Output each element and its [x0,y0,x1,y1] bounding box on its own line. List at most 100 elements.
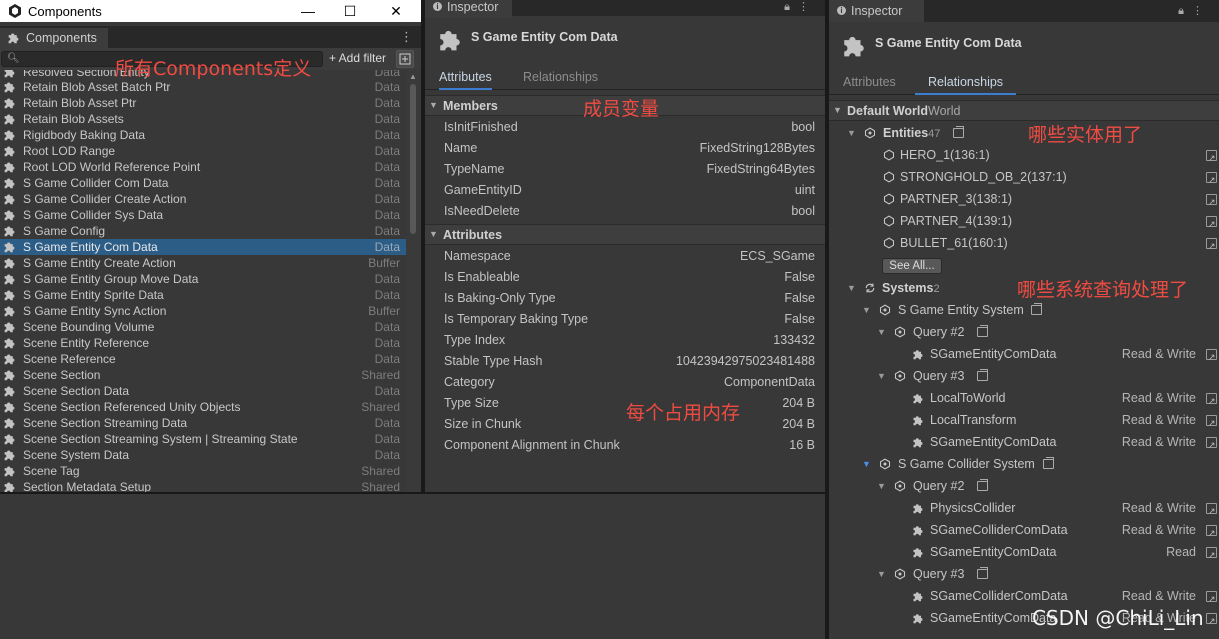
tab-attributes[interactable]: Attributes [843,71,896,95]
foldout-arrow-icon[interactable]: ▼ [429,100,438,110]
entity-item[interactable]: BULLET_61(160:1) [829,232,1219,257]
open-external-icon[interactable] [1206,500,1217,522]
world-section-header[interactable]: ▼ Default WorldWorld [829,100,1219,121]
list-item[interactable]: Scene Bounding Volume Data [0,319,406,335]
list-item-selected[interactable]: S Game Entity Com Data Data [0,239,406,255]
list-item[interactable]: S Game Entity Sprite Data Data [0,287,406,303]
list-item[interactable]: Retain Blob Assets Data [0,111,406,127]
query-component-row[interactable]: SGameColliderComData Read & Write [829,585,1219,610]
entity-item[interactable]: STRONGHOLD_OB_2(137:1) [829,166,1219,191]
open-external-icon[interactable] [1206,147,1217,169]
system-item[interactable]: ▼ S Game Collider System [829,453,1219,475]
open-window-icon[interactable] [953,126,964,138]
tab-relationships[interactable]: Relationships [523,66,598,90]
list-item[interactable]: Root LOD Range Data [0,143,406,159]
tab-attributes[interactable]: Attributes [439,66,492,90]
add-filter-button[interactable]: + Add filter [329,51,386,65]
open-window-icon[interactable] [977,369,988,381]
query-item[interactable]: ▼ Query #2 [829,321,1219,343]
list-item[interactable]: Rigidbody Baking Data Data [0,127,406,143]
foldout-arrow-icon[interactable]: ▼ [877,365,886,387]
query-component-row[interactable]: SGameColliderComData Read & Write [829,519,1219,544]
foldout-arrow-icon[interactable]: ▼ [862,299,871,321]
open-external-icon[interactable] [1206,346,1217,368]
foldout-arrow-icon[interactable]: ▼ [833,105,842,115]
foldout-arrow-icon[interactable]: ▼ [877,475,886,497]
list-item[interactable]: S Game Config Data [0,223,406,239]
open-external-icon[interactable] [1206,522,1217,544]
open-external-icon[interactable] [1206,235,1217,257]
list-item[interactable]: Scene Section Data Data [0,383,406,399]
open-window-icon[interactable] [977,567,988,579]
open-window-icon[interactable] [977,325,988,337]
foldout-arrow-icon[interactable]: ▼ [429,229,438,239]
more-options-icon[interactable]: ⋮ [400,29,413,45]
list-item[interactable]: Scene System Data Data [0,447,406,463]
tab-relationships[interactable]: Relationships [915,71,1017,95]
list-item[interactable]: Scene Section Referenced Unity Objects Sh… [0,399,406,415]
query-component-row[interactable]: SGameEntityComData Read & Write [829,431,1219,456]
close-button[interactable]: ✕ [373,0,419,22]
open-external-icon[interactable] [1206,390,1217,412]
query-component-row[interactable]: LocalTransform Read & Write [829,409,1219,434]
open-window-icon[interactable] [977,479,988,491]
open-window-icon[interactable] [1043,457,1054,469]
tab-inspector[interactable]: i Inspector [829,0,924,22]
query-component-row[interactable]: SGameEntityComData Read [829,541,1219,566]
tab-components[interactable]: Components [0,28,108,48]
open-window-icon[interactable] [1031,303,1042,315]
scroll-up-icon[interactable]: ▲ [409,72,417,81]
list-item[interactable]: Retain Blob Asset Ptr Data [0,95,406,111]
query-item[interactable]: ▼ Query #2 [829,475,1219,497]
entity-item[interactable]: PARTNER_3(138:1) [829,188,1219,213]
foldout-arrow-icon[interactable]: ▼ [877,563,886,585]
see-all-button[interactable]: See All... [882,258,942,274]
list-item[interactable]: Scene Section Streaming System | Streami… [0,431,406,447]
list-item[interactable]: Section Metadata Setup Shared [0,479,406,492]
query-item[interactable]: ▼ Query #3 [829,365,1219,387]
tab-inspector[interactable]: i Inspector [425,0,513,18]
entity-item[interactable]: HERO_1(136:1) [829,144,1219,169]
foldout-arrow-icon[interactable]: ▼ [847,122,856,144]
open-external-icon[interactable] [1206,213,1217,235]
list-item[interactable]: S Game Collider Sys Data Data [0,207,406,223]
list-item[interactable]: Scene Section Shared [0,367,406,383]
open-external-icon[interactable] [1206,434,1217,456]
list-item[interactable]: S Game Collider Com Data Data [0,175,406,191]
filter-options-icon[interactable] [396,50,414,68]
minimize-button[interactable]: — [285,0,331,22]
list-item[interactable]: Scene Entity Reference Data [0,335,406,351]
list-item[interactable]: S Game Entity Group Move Data Data [0,271,406,287]
list-item[interactable]: S Game Collider Create Action Data [0,191,406,207]
list-item[interactable]: Scene Reference Data [0,351,406,367]
open-external-icon[interactable] [1206,588,1217,610]
lock-icon[interactable]: 🔒︎⋮ [784,0,817,14]
list-item[interactable]: Retain Blob Asset Batch Ptr Data [0,79,406,95]
open-external-icon[interactable] [1206,610,1217,632]
open-external-icon[interactable] [1206,191,1217,213]
maximize-button[interactable]: ☐ [327,0,373,22]
query-component-row[interactable]: SGameEntityComData Read & Write [829,343,1219,368]
attributes-section-header[interactable]: ▼ Attributes [425,224,825,245]
open-external-icon[interactable] [1206,544,1217,566]
window-title: Components [28,4,102,19]
foldout-arrow-icon[interactable]: ▼ [877,321,886,343]
open-external-icon[interactable] [1206,412,1217,434]
entity-item[interactable]: PARTNER_4(139:1) [829,210,1219,235]
list-item[interactable]: S Game Entity Sync Action Buffer [0,303,406,319]
open-external-icon[interactable] [1206,169,1217,191]
entities-group[interactable]: ▼ Entities47 [829,122,1219,144]
query-item[interactable]: ▼ Query #3 [829,563,1219,585]
query-component-row[interactable]: PhysicsCollider Read & Write [829,497,1219,522]
foldout-arrow-icon[interactable]: ▼ [862,453,871,475]
list-item[interactable]: Scene Section Streaming Data Data [0,415,406,431]
list-item[interactable]: Scene Tag Shared [0,463,406,479]
lock-icon[interactable]: 🔒︎⋮ [1178,4,1211,18]
query-component-row[interactable]: LocalToWorld Read & Write [829,387,1219,412]
list-item[interactable]: Root LOD World Reference Point Data [0,159,406,175]
list-item[interactable]: S Game Entity Create Action Buffer [0,255,406,271]
scroll-thumb[interactable] [410,84,416,234]
components-scrollbar[interactable]: ▲ [406,70,421,492]
foldout-arrow-icon[interactable]: ▼ [847,277,856,299]
system-item[interactable]: ▼ S Game Entity System [829,299,1219,321]
